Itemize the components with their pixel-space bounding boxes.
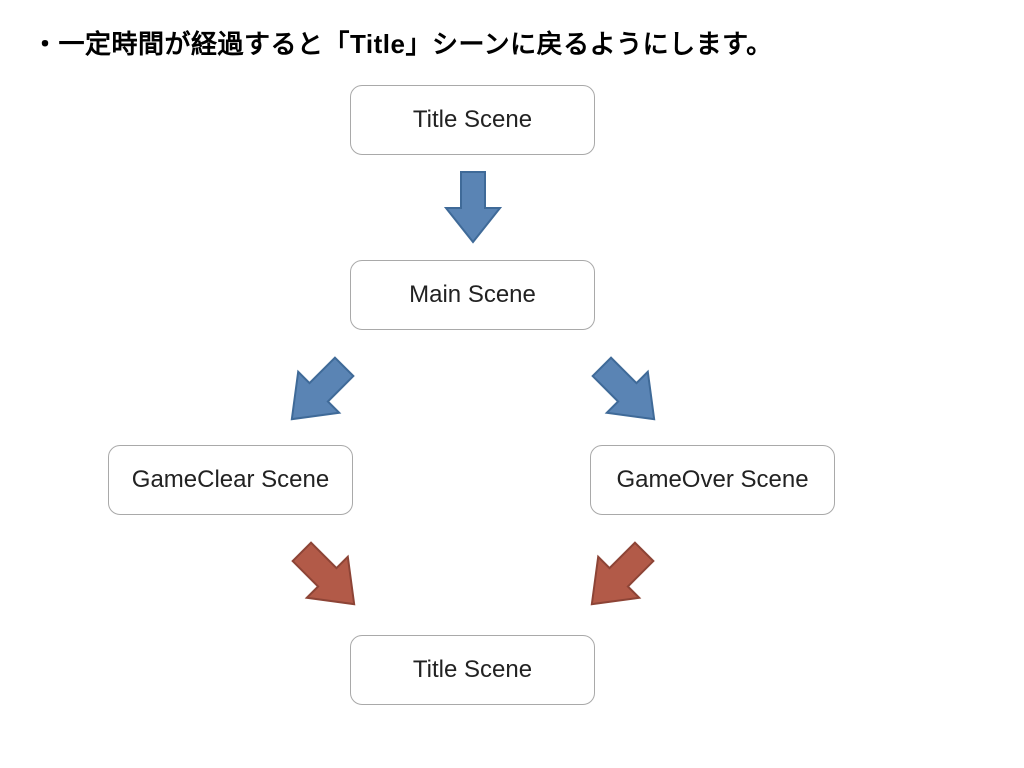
diagram-canvas: ・一定時間が経過すると「Title」シーンに戻るようにします。 Title Sc… [0, 0, 1024, 768]
arrow-down-right-icon [585, 350, 671, 436]
node-title-top: Title Scene [350, 85, 595, 155]
arrow-down-right-icon [285, 535, 371, 621]
node-label: GameOver Scene [616, 466, 808, 494]
node-label: GameClear Scene [132, 466, 329, 494]
node-gameclear: GameClear Scene [108, 445, 353, 515]
arrow-down-left-icon [275, 350, 361, 436]
node-label: Main Scene [409, 281, 536, 309]
node-title-bottom: Title Scene [350, 635, 595, 705]
arrow-down-left-icon [575, 535, 661, 621]
node-label: Title Scene [413, 656, 532, 684]
node-main: Main Scene [350, 260, 595, 330]
page-title: ・一定時間が経過すると「Title」シーンに戻るようにします。 [32, 24, 773, 61]
arrow-down-icon [438, 168, 508, 246]
node-gameover: GameOver Scene [590, 445, 835, 515]
node-label: Title Scene [413, 106, 532, 134]
